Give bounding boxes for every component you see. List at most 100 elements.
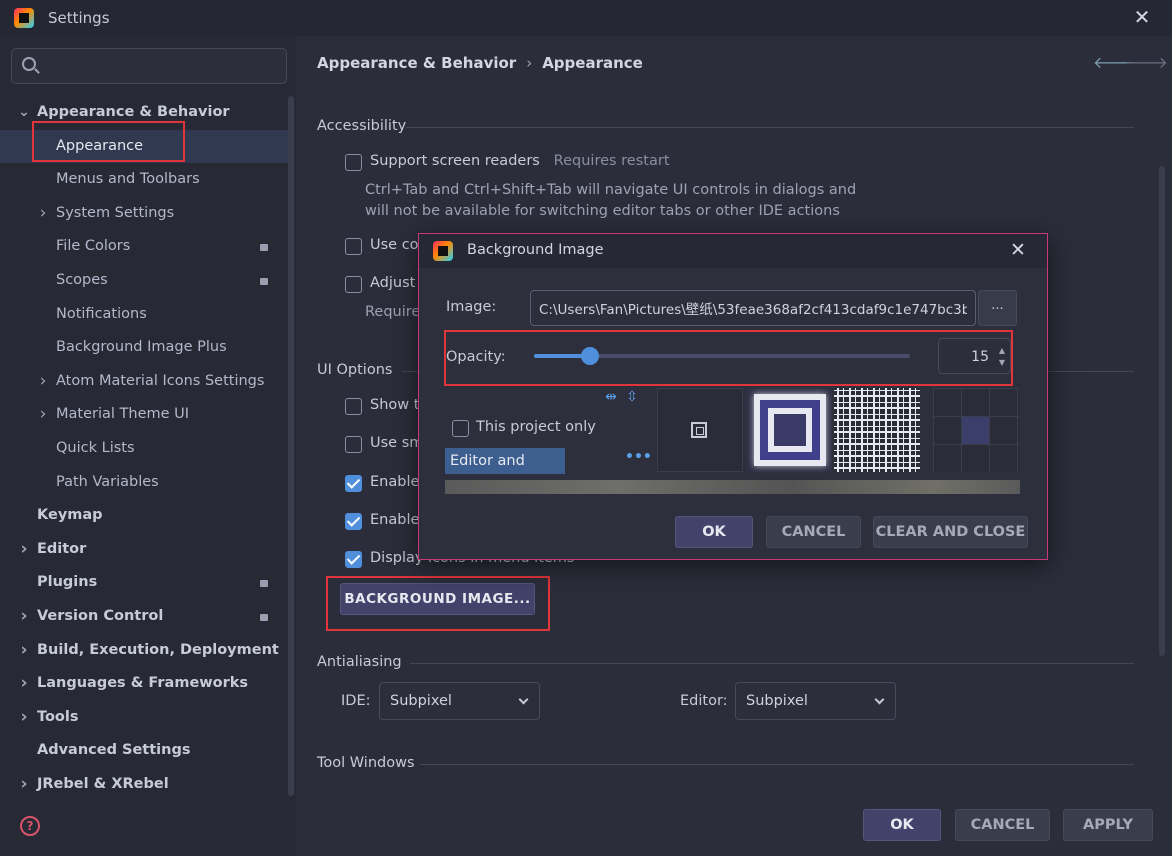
chevron-right-icon[interactable]: › — [18, 634, 30, 668]
background-image-button[interactable]: BACKGROUND IMAGE... — [340, 583, 535, 615]
support-screen-readers-checkbox[interactable]: Support screen readers Requires restart — [345, 152, 745, 174]
sidebar-item[interactable]: Menus and Toolbars — [0, 163, 288, 197]
cancel-button[interactable]: CANCEL — [955, 809, 1050, 841]
editor-antialiasing-select[interactable]: Subpixel — [735, 682, 896, 720]
chevron-right-icon[interactable]: › — [18, 768, 30, 802]
settings-tree: ⌄ Appearance & Behavior Appearance Menus an… — [0, 96, 288, 801]
chevron-right-icon[interactable]: › — [18, 667, 30, 701]
sidebar-item[interactable]: Appearance — [0, 129, 288, 164]
apply-button[interactable]: APPLY — [1063, 809, 1153, 841]
sidebar-item-label: Plugins — [37, 574, 98, 591]
editor-antialiasing-value: Subpixel — [746, 693, 808, 709]
checkbox-box[interactable] — [345, 154, 362, 171]
sidebar-item-label: Version Control — [37, 607, 164, 624]
chevron-right-icon[interactable]: › — [18, 701, 30, 735]
sidebar-item[interactable]: Quick Lists — [0, 432, 288, 466]
ok-button[interactable]: OK — [863, 809, 941, 841]
sidebar-item[interactable]: Notifications — [0, 298, 288, 332]
chevron-right-icon[interactable]: › — [37, 197, 49, 231]
dialog-cancel-button[interactable]: CANCEL — [766, 516, 861, 548]
project-scope-icon — [260, 244, 268, 252]
window-title: Settings — [48, 9, 110, 27]
sidebar-item[interactable]: File Colors — [0, 230, 288, 264]
sidebar-item[interactable]: › Build, Execution, Deployment — [0, 634, 288, 668]
section-accessibility: Accessibility — [317, 118, 407, 134]
adjust-colors-label: Adjust — [370, 275, 416, 291]
sidebar-item[interactable]: › Version Control — [0, 600, 288, 634]
app-logo — [14, 8, 34, 28]
sidebar-item[interactable]: Plugins — [0, 566, 288, 600]
sidebar-item[interactable]: Background Image Plus — [0, 331, 288, 365]
sidebar-item[interactable]: › Tools — [0, 701, 288, 735]
ide-label: IDE: — [341, 693, 371, 709]
sidebar-item[interactable]: › Material Theme UI — [0, 398, 288, 432]
ide-antialiasing-value: Subpixel — [390, 693, 452, 709]
close-icon[interactable]: ✕ — [1131, 5, 1153, 29]
image-path-input[interactable] — [530, 290, 976, 326]
checkbox-box[interactable] — [345, 398, 362, 415]
fill-mode-scale-thumbnail[interactable] — [746, 388, 832, 472]
search-input[interactable] — [44, 55, 280, 77]
fill-mode-tile-thumbnail[interactable] — [834, 388, 920, 472]
sidebar-item[interactable]: › System Settings — [0, 197, 288, 231]
close-icon[interactable]: ✕ — [1007, 238, 1029, 262]
use-small-font-label: Use sm — [370, 435, 424, 451]
opacity-slider-thumb[interactable] — [581, 347, 600, 365]
chevron-right-icon[interactable]: › — [37, 398, 49, 432]
checkbox-box-checked[interactable] — [345, 513, 362, 530]
section-antialiasing: Antialiasing — [317, 654, 402, 670]
breadcrumb-parent[interactable]: Appearance & Behavior — [317, 54, 516, 72]
sidebar-item[interactable]: › Languages & Frameworks — [0, 667, 288, 701]
sidebar-item[interactable]: Keymap — [0, 499, 288, 533]
opacity-input[interactable] — [943, 346, 989, 368]
sidebar-item[interactable]: › JRebel & XRebel — [0, 768, 288, 802]
sidebar-item[interactable]: Scopes — [0, 264, 288, 298]
chevron-down-icon[interactable]: ⌄ — [18, 96, 30, 130]
enable-option-2-label: Enable — [370, 512, 420, 528]
more-options-icon[interactable]: ••• — [625, 449, 652, 465]
checkbox-box[interactable] — [345, 238, 362, 255]
chevron-right-icon[interactable]: › — [18, 533, 30, 567]
project-scope-icon — [260, 277, 268, 285]
checkbox-box[interactable] — [345, 276, 362, 293]
checkbox-box[interactable] — [345, 436, 362, 453]
search-box[interactable] — [11, 48, 287, 84]
fill-mode-center-thumbnail[interactable] — [657, 388, 743, 472]
sidebar: ⌄ Appearance & Behavior Appearance Menus an… — [0, 36, 296, 856]
section-ui-options: UI Options — [317, 362, 393, 378]
help-icon[interactable]: ? — [20, 816, 40, 836]
spinner-up-icon[interactable]: ▲ — [997, 347, 1007, 355]
dialog-ok-button[interactable]: OK — [675, 516, 753, 548]
sidebar-item[interactable]: Path Variables — [0, 466, 288, 500]
show-tree-label: Show t — [370, 397, 420, 413]
sidebar-item[interactable]: Advanced Settings — [0, 734, 288, 768]
fill-vertical-icon[interactable]: ⇳ — [624, 388, 640, 406]
sidebar-item[interactable]: › Atom Material Icons Settings — [0, 365, 288, 399]
sidebar-item[interactable]: › Editor — [0, 533, 288, 567]
spinner-down-icon[interactable]: ▼ — [997, 359, 1007, 367]
forward-arrow-icon[interactable]: 🡒 — [1125, 52, 1168, 72]
sidebar-item-label: Path Variables — [56, 473, 159, 490]
adjust-colors-hint: Require — [365, 304, 421, 320]
sidebar-item-label: Atom Material Icons Settings — [56, 372, 265, 389]
sidebar-item[interactable]: ⌄ Appearance & Behavior — [0, 96, 288, 130]
fill-horizontal-icon[interactable]: ⇹ — [603, 388, 619, 406]
accessibility-description-1: Ctrl+Tab and Ctrl+Shift+Tab will navigat… — [365, 182, 857, 198]
target-editor-and-tools[interactable]: Editor and Tools — [445, 448, 565, 495]
title-bar: Settings ✕ — [0, 0, 1172, 36]
opacity-spinner[interactable]: ▲ ▼ — [938, 338, 1011, 374]
chevron-right-icon[interactable]: › — [37, 365, 49, 399]
opacity-label: Opacity: — [446, 349, 506, 365]
clear-and-close-button[interactable]: CLEAR AND CLOSE — [873, 516, 1028, 548]
chevron-right-icon[interactable]: › — [18, 600, 30, 634]
sidebar-item-label: Material Theme UI — [56, 406, 190, 423]
checkbox-box[interactable] — [452, 420, 469, 437]
fill-mode-grid-thumbnail[interactable] — [933, 388, 1019, 472]
checkbox-box-checked[interactable] — [345, 551, 362, 568]
footer: OK CANCEL APPLY — [296, 796, 1172, 856]
checkbox-box-checked[interactable] — [345, 475, 362, 492]
main-scrollbar[interactable] — [1159, 166, 1165, 656]
ide-antialiasing-select[interactable]: Subpixel — [379, 682, 540, 720]
browse-button[interactable]: ... — [978, 290, 1017, 326]
sidebar-scrollbar[interactable] — [288, 96, 294, 796]
